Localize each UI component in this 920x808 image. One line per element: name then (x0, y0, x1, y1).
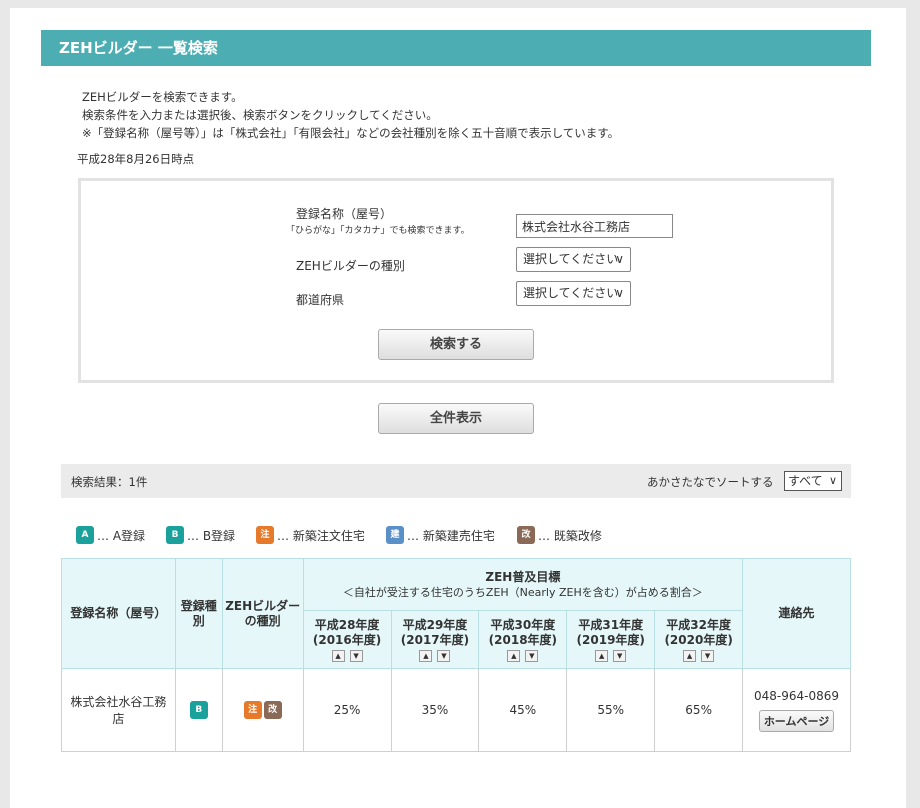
intro-line-3: ※「登録名称（屋号等）」は「株式会社」「有限会社」などの会社種別を除く五十音順で… (82, 126, 620, 140)
sort-up-icon[interactable]: ▲ (331, 649, 345, 662)
year-label-sub: (2019年度) (576, 632, 645, 647)
homepage-button[interactable]: ホームページ (758, 709, 835, 732)
badge-b-icon: B (189, 701, 208, 719)
type-select-value: 選択してください (523, 252, 619, 266)
chevron-down-icon: ∨ (615, 286, 624, 300)
legend-text: … A登録 (97, 528, 146, 543)
sort-up-icon[interactable]: ▲ (507, 649, 521, 662)
legend-text: … 既築改修 (538, 528, 602, 543)
badge-a-icon: A (76, 526, 94, 544)
target-value: 65% (654, 668, 744, 752)
sort-down-icon[interactable]: ▼ (349, 649, 363, 662)
contact-cell: 048-964-0869 ホームページ (742, 668, 851, 752)
col-reg-header: 登録種別 (174, 558, 223, 669)
year-label-sub: (2017年度) (400, 632, 470, 647)
builder-name: 株式会社水谷工務店 (61, 668, 176, 752)
name-hint: 「ひらがな」「カタカナ」でも検索できます。 (286, 226, 470, 236)
results-table: 登録名称（屋号） 登録種別 ZEHビルダーの種別 ZEH普及目標 ＜自社が受注す… (61, 558, 851, 752)
year-label: 平成29年度 (402, 617, 468, 632)
legend-item-renovation: 改 … 既築改修 (517, 526, 602, 544)
year-header: 平成28年度 (2016年度) ▲ ▼ (302, 610, 392, 669)
legend-text: … 新築建売住宅 (407, 528, 495, 543)
pref-select-value: 選択してください (523, 286, 619, 300)
phone-number: 048-964-0869 (754, 688, 840, 703)
as-of-date: 平成28年8月26日時点 (77, 152, 195, 166)
badge-b-icon: B (166, 526, 184, 544)
target-subtitle: ＜自社が受注する住宅のうちZEH（Nearly ZEHを含む）が占める割合＞ (342, 585, 703, 599)
pref-label: 都道府県 (296, 293, 345, 307)
show-all-button[interactable]: 全件表示 (378, 403, 534, 434)
year-header: 平成32年度 (2020年度) ▲ ▼ (654, 610, 744, 669)
name-label: 登録名称（屋号） (296, 207, 393, 221)
legend-text: … 新築注文住宅 (277, 528, 365, 543)
sort-down-icon[interactable]: ▼ (613, 649, 627, 662)
legend-item-order: 注 … 新築注文住宅 (256, 526, 365, 544)
search-button[interactable]: 検索する (378, 329, 534, 360)
intro-text: ZEHビルダーを検索できます。 検索条件を入力または選択後、検索ボタンをクリック… (82, 88, 619, 142)
sort-up-icon[interactable]: ▲ (683, 649, 697, 662)
table-row: 株式会社水谷工務店 B 注改 25% 35% 45% 55% 65% 048-9… (61, 668, 851, 752)
legend-item-b: B … B登録 (166, 526, 235, 544)
year-label-sub: (2020年度) (664, 632, 733, 647)
intro-line-1: ZEHビルダーを検索できます。 (82, 90, 243, 104)
target-value: 35% (390, 668, 480, 752)
year-label: 平成32年度 (666, 617, 731, 632)
badge-renovation-icon: 改 (263, 701, 282, 719)
col-contact-header: 連絡先 (742, 558, 851, 669)
intro-line-2: 検索条件を入力または選択後、検索ボタンをクリックしてください。 (82, 108, 438, 122)
legend-item-built: 建 … 新築建売住宅 (386, 526, 495, 544)
col-target-header: ZEH普及目標 ＜自社が受注する住宅のうちZEH（Nearly ZEHを含む）が… (302, 558, 744, 611)
badge-built-icon: 建 (386, 526, 404, 544)
sort-down-icon[interactable]: ▼ (437, 649, 451, 662)
year-header: 平成29年度 (2017年度) ▲ ▼ (390, 610, 480, 669)
type-cell: 注改 (221, 668, 304, 752)
sort-up-icon[interactable]: ▲ (419, 649, 433, 662)
sort-down-icon[interactable]: ▼ (525, 649, 539, 662)
legend-text: … B登録 (187, 528, 236, 543)
year-header: 平成30年度 (2018年度) ▲ ▼ (478, 610, 568, 669)
col-type-header: ZEHビルダーの種別 (221, 558, 304, 669)
chevron-down-icon: ∨ (828, 474, 837, 487)
year-label-sub: (2016年度) (312, 632, 382, 647)
sort-up-icon[interactable]: ▲ (595, 649, 609, 662)
badge-renovation-icon: 改 (517, 526, 535, 544)
col-name-header: 登録名称（屋号） (61, 558, 176, 669)
reg-cell: B (174, 668, 223, 752)
page: ZEHビルダー 一覧検索 ZEHビルダーを検索できます。 検索条件を入力または選… (10, 8, 906, 808)
search-form: 登録名称（屋号） 「ひらがな」「カタカナ」でも検索できます。 ZEHビルダーの種… (78, 178, 834, 383)
target-value: 25% (302, 668, 392, 752)
chevron-down-icon: ∨ (615, 252, 624, 266)
year-label: 平成30年度 (490, 617, 556, 632)
year-label: 平成31年度 (578, 617, 644, 632)
target-value: 45% (478, 668, 568, 752)
target-value: 55% (566, 668, 656, 752)
badge-order-icon: 注 (256, 526, 274, 544)
result-count: 検索結果：1件 (71, 475, 148, 489)
sort-select-value: すべて (788, 474, 823, 488)
page-title: ZEHビルダー 一覧検索 (41, 30, 871, 66)
legend-item-a: A … A登録 (76, 526, 145, 544)
sort-down-icon[interactable]: ▼ (701, 649, 715, 662)
badge-order-icon: 注 (243, 701, 262, 719)
year-label: 平成28年度 (314, 617, 380, 632)
sort-select[interactable]: すべて ∨ (784, 471, 842, 491)
prefecture-select[interactable]: 選択してください ∨ (516, 281, 631, 306)
result-bar: 検索結果：1件 あかさたなでソートする すべて ∨ (61, 464, 851, 498)
target-title: ZEH普及目標 (485, 569, 561, 584)
name-input[interactable] (516, 214, 673, 238)
type-label: ZEHビルダーの種別 (296, 259, 405, 273)
type-select[interactable]: 選択してください ∨ (516, 247, 631, 272)
sort-label: あかさたなでソートする (647, 475, 774, 489)
year-label-sub: (2018年度) (488, 632, 558, 647)
year-header: 平成31年度 (2019年度) ▲ ▼ (566, 610, 656, 669)
